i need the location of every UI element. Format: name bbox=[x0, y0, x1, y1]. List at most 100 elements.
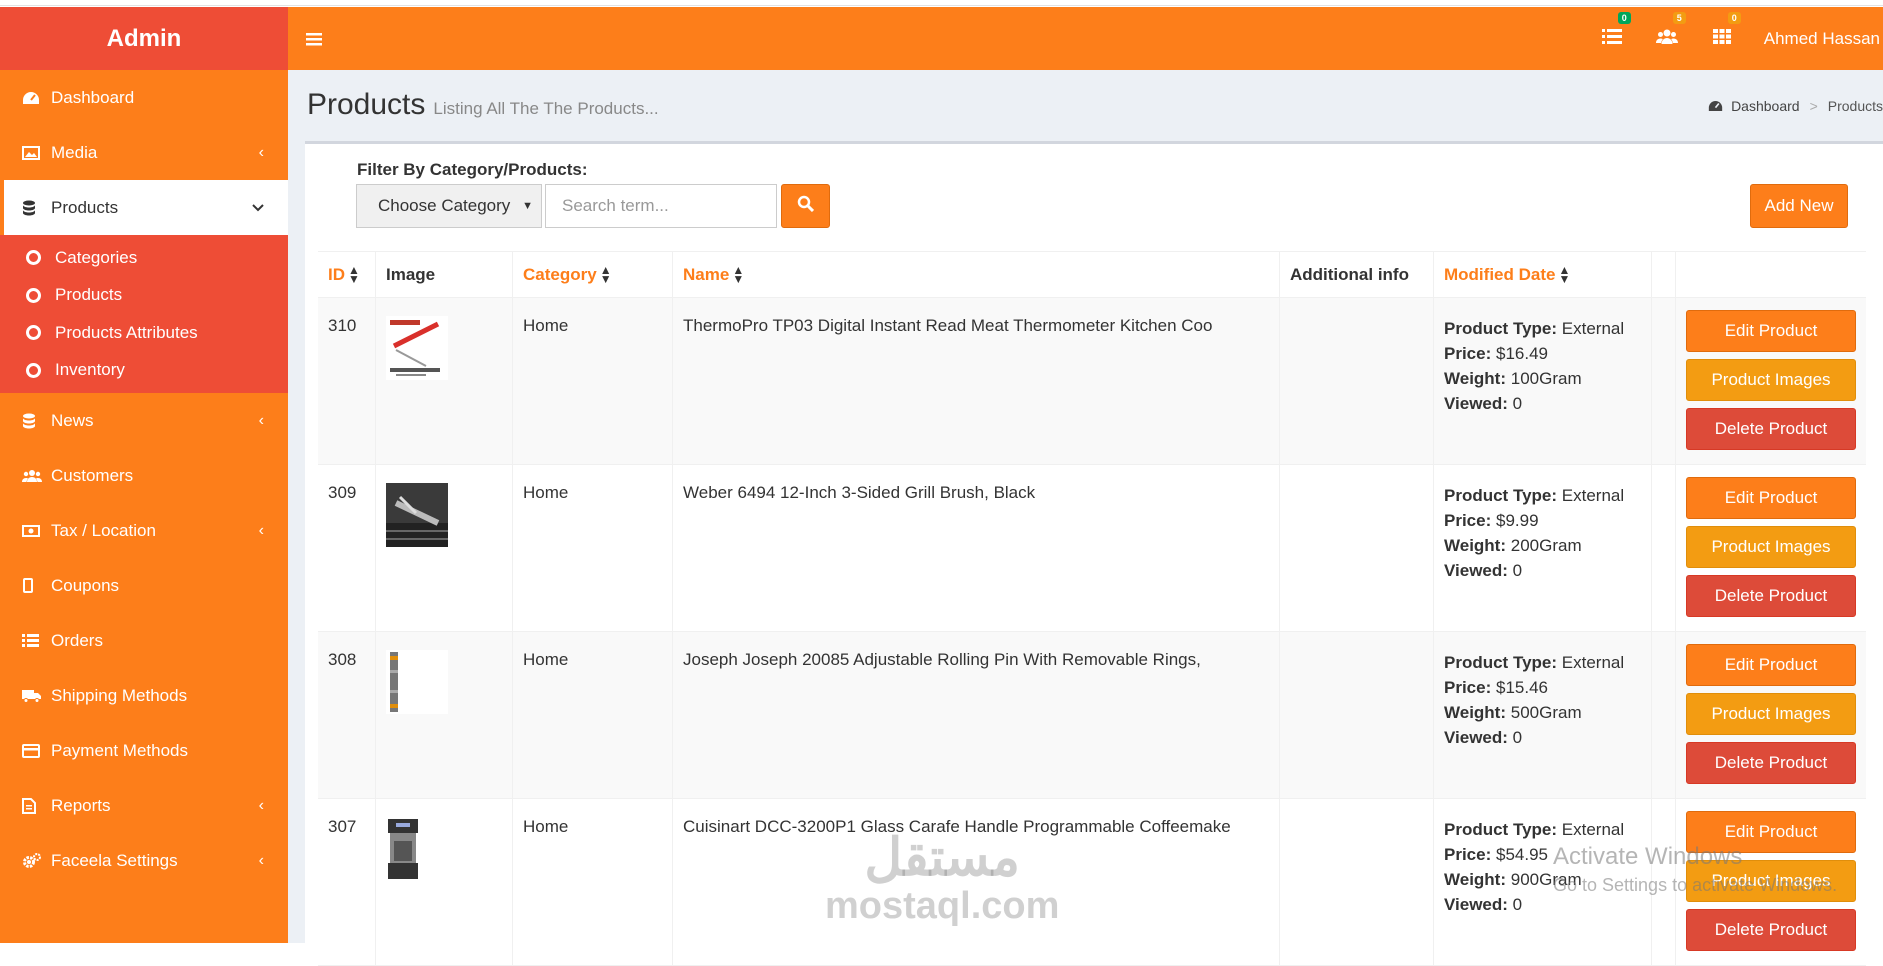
money-icon bbox=[22, 524, 50, 538]
cell-additional-info bbox=[1280, 632, 1434, 798]
filter-label: Filter By Category/Products: bbox=[357, 160, 588, 179]
breadcrumb-dashboard[interactable]: Dashboard bbox=[1731, 98, 1800, 114]
info-price: $9.99 bbox=[1495, 511, 1539, 530]
add-new-button[interactable]: Add New bbox=[1750, 184, 1848, 228]
category-select[interactable]: Choose Category ▼ bbox=[356, 184, 542, 228]
page-title-text: Products bbox=[307, 88, 426, 121]
cell-name: Weber 6494 12-Inch 3-Sided Grill Brush, … bbox=[673, 465, 1280, 631]
table-row: 308 Home Joseph Joseph 20085 Adjustable … bbox=[318, 632, 1866, 799]
info-price: $16.49 bbox=[1495, 344, 1548, 363]
sidebar-item-label: Dashboard bbox=[51, 87, 135, 107]
activate-title: Activate Windows bbox=[1553, 843, 1743, 870]
circle-icon bbox=[26, 287, 41, 303]
product-thumbnail[interactable] bbox=[386, 483, 448, 547]
submenu-item-products-attributes[interactable]: Products Attributes bbox=[0, 314, 288, 352]
top-header: 0 5 0 Ahmed Hassan bbox=[288, 7, 1883, 70]
submenu-item-inventory[interactable]: Inventory bbox=[0, 352, 288, 390]
column-header-label: Image bbox=[386, 264, 436, 284]
sidebar-item-tax-location[interactable]: Tax / Location ‹ bbox=[0, 503, 288, 558]
edit-product-button[interactable]: Edit Product bbox=[1686, 310, 1856, 352]
page-subtitle: Listing All The The Products... bbox=[433, 99, 659, 118]
sort-icon: ▲ ▼ bbox=[1558, 263, 1571, 286]
watermark-domain: mostaql.com bbox=[825, 885, 1060, 927]
users-icon bbox=[22, 469, 50, 483]
activate-windows-notice: Activate Windows Go to Settings to activ… bbox=[1553, 843, 1837, 896]
info-label: Viewed: bbox=[1444, 728, 1508, 747]
search-button[interactable] bbox=[781, 184, 830, 228]
notification-badge: 0 bbox=[1617, 12, 1631, 24]
sidebar-item-news[interactable]: News ‹ bbox=[0, 393, 288, 448]
sidebar-item-shipping-methods[interactable]: Shipping Methods bbox=[0, 668, 288, 723]
cell-category: Home bbox=[513, 465, 673, 631]
sidebar: Admin Dashboard Media ‹ Products Categor… bbox=[0, 7, 288, 943]
edit-product-button[interactable]: Edit Product bbox=[1686, 477, 1856, 519]
notification-badge: 5 bbox=[1672, 12, 1686, 24]
column-header-id[interactable]: ID ▲ ▼ bbox=[318, 252, 376, 297]
product-thumbnail[interactable] bbox=[386, 316, 448, 380]
cell-image bbox=[376, 465, 513, 631]
sidebar-item-label: Media bbox=[51, 142, 98, 162]
users-notification[interactable]: 5 bbox=[1640, 12, 1695, 50]
info-label: Weight: bbox=[1444, 870, 1507, 889]
cell-spacer bbox=[1652, 632, 1676, 798]
products-submenu: Categories Products Products Attributes … bbox=[0, 235, 288, 393]
delete-product-button[interactable]: Delete Product bbox=[1686, 742, 1856, 784]
caret-down-icon: ▼ bbox=[522, 200, 533, 212]
watermark: مستقل mostaql.com bbox=[825, 830, 1059, 926]
cell-category: Home bbox=[513, 799, 673, 965]
delete-product-button[interactable]: Delete Product bbox=[1686, 408, 1856, 450]
circle-icon bbox=[26, 250, 41, 266]
column-header-name[interactable]: Name ▲ ▼ bbox=[673, 252, 1280, 297]
column-header-label: Name bbox=[683, 264, 730, 284]
apps-notification[interactable]: 0 bbox=[1695, 12, 1750, 50]
sidebar-item-coupons[interactable]: Coupons bbox=[0, 558, 288, 613]
info-product-type: External bbox=[1561, 653, 1625, 672]
menu-toggle-icon[interactable] bbox=[306, 27, 328, 51]
column-header-category[interactable]: Category ▲ ▼ bbox=[513, 252, 673, 297]
sidebar-item-dashboard[interactable]: Dashboard bbox=[0, 70, 288, 125]
cell-id: 310 bbox=[318, 298, 376, 464]
credit-card-icon bbox=[22, 743, 50, 758]
submenu-item-products[interactable]: Products bbox=[0, 277, 288, 315]
info-price: $54.95 bbox=[1495, 845, 1548, 864]
edit-product-button[interactable]: Edit Product bbox=[1686, 644, 1856, 686]
cell-name: ThermoPro TP03 Digital Instant Read Meat… bbox=[673, 298, 1280, 464]
chevron-down-icon bbox=[252, 199, 264, 217]
submenu-item-label: Products Attributes bbox=[55, 322, 198, 342]
column-header-label: Modified Date bbox=[1444, 265, 1556, 284]
sidebar-item-products[interactable]: Products bbox=[0, 180, 288, 235]
tasks-notification[interactable]: 0 bbox=[1585, 12, 1640, 50]
user-menu[interactable]: Ahmed Hassan bbox=[1764, 29, 1880, 49]
app-logo[interactable]: Admin bbox=[0, 7, 288, 70]
column-header-modified-date[interactable]: Modified Date ▲ ▼ bbox=[1434, 252, 1652, 297]
product-images-button[interactable]: Product Images bbox=[1686, 526, 1856, 568]
product-thumbnail[interactable] bbox=[386, 650, 448, 714]
notification-badge: 0 bbox=[1727, 12, 1741, 24]
info-label: Price: bbox=[1444, 344, 1492, 363]
product-thumbnail[interactable] bbox=[386, 817, 448, 881]
info-label: Product Type: bbox=[1444, 653, 1558, 672]
cell-image bbox=[376, 632, 513, 798]
submenu-item-categories[interactable]: Categories bbox=[0, 239, 288, 277]
info-weight: 100Gram bbox=[1510, 369, 1582, 388]
column-header-label: Category bbox=[523, 264, 597, 284]
sidebar-item-payment-methods[interactable]: Payment Methods bbox=[0, 723, 288, 778]
cell-additional-info bbox=[1280, 465, 1434, 631]
sidebar-item-label: Shipping Methods bbox=[51, 685, 188, 705]
sidebar-item-orders[interactable]: Orders bbox=[0, 613, 288, 668]
info-weight: 500Gram bbox=[1510, 703, 1582, 722]
sidebar-item-customers[interactable]: Customers bbox=[0, 448, 288, 503]
delete-product-button[interactable]: Delete Product bbox=[1686, 575, 1856, 617]
product-images-button[interactable]: Product Images bbox=[1686, 359, 1856, 401]
circle-icon bbox=[26, 362, 41, 378]
product-images-button[interactable]: Product Images bbox=[1686, 693, 1856, 735]
sidebar-item-faceela-settings[interactable]: Faceela Settings ‹ bbox=[0, 833, 288, 888]
search-input[interactable] bbox=[545, 184, 777, 228]
grid-icon bbox=[1713, 27, 1732, 50]
info-label: Price: bbox=[1444, 511, 1492, 530]
delete-product-button[interactable]: Delete Product bbox=[1686, 909, 1856, 951]
circle-icon bbox=[26, 325, 41, 341]
sidebar-item-reports[interactable]: Reports ‹ bbox=[0, 778, 288, 833]
sidebar-item-media[interactable]: Media ‹ bbox=[0, 125, 288, 180]
breadcrumb-current: Products bbox=[1827, 98, 1883, 114]
